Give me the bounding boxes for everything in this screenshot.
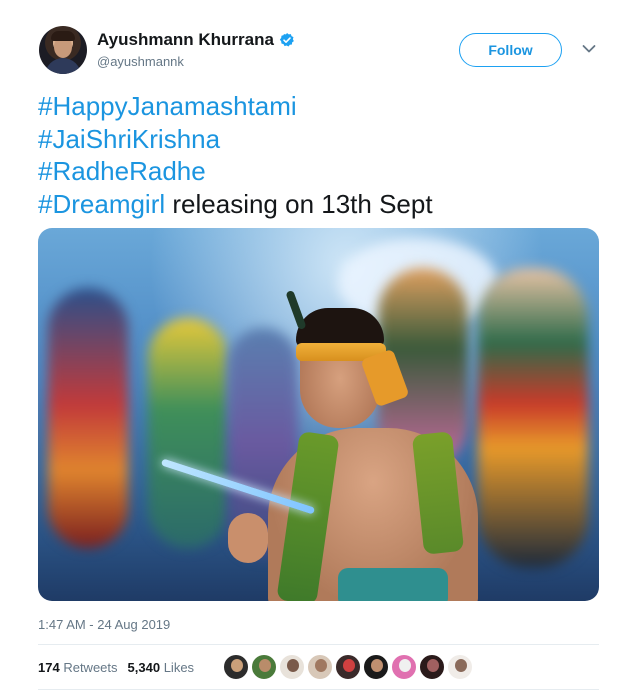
photo-subject-feather [285,289,307,331]
liker-avatar[interactable] [335,654,361,680]
photo-subject-hair [296,308,384,348]
author-handle[interactable]: @ayushmannk [97,54,184,69]
photo-dancer-left2 [148,318,228,548]
verified-badge-icon [279,33,294,47]
liker-avatar[interactable] [363,654,389,680]
liker-avatar-face [399,659,411,672]
hashtag-link[interactable]: #RadheRadhe [38,156,206,186]
tweet-text: #HappyJanamashtami #JaiShriKrishna #Radh… [38,90,433,220]
hashtag-link[interactable]: #JaiShriKrishna [38,124,220,154]
tweet-line: #HappyJanamashtami [38,90,433,123]
tweet-line: #JaiShriKrishna [38,123,433,156]
liker-avatar-face [259,659,271,672]
tweet-line: #Dreamgirl releasing on 13th Sept [38,188,433,221]
liker-avatar[interactable] [447,654,473,680]
retweets-stat[interactable]: 174 Retweets [38,660,118,675]
liker-avatar[interactable] [251,654,277,680]
liker-avatar[interactable] [223,654,249,680]
liker-avatar-face [427,659,439,672]
author-name[interactable]: Ayushmann Khurrana [97,30,274,50]
hashtag-link[interactable]: #Dreamgirl [38,189,165,219]
photo-subject-hand [228,513,268,563]
follow-button[interactable]: Follow [459,33,562,67]
tweet-line: #RadheRadhe [38,155,433,188]
liker-avatar-face [231,659,243,672]
liker-avatar-face [343,659,355,672]
photo-subject-dhoti [338,568,448,601]
liker-avatar-face [371,659,383,672]
divider-bottom [38,689,599,690]
liker-avatar[interactable] [419,654,445,680]
retweets-count: 174 [38,660,60,675]
avatar-shirt [45,58,81,74]
tweet-timestamp[interactable]: 1:47 AM - 24 Aug 2019 [38,617,170,632]
author-name-row[interactable]: Ayushmann Khurrana [97,30,295,50]
likes-count: 5,340 [127,660,161,675]
retweets-label: Retweets [63,660,118,675]
liker-avatars [223,654,475,680]
liker-avatar[interactable] [391,654,417,680]
hashtag-link[interactable]: #HappyJanamashtami [38,91,297,121]
photo-dancer-left [48,288,128,548]
likes-label: Likes [163,660,195,675]
chevron-down-icon[interactable] [582,44,596,54]
liker-avatar-face [315,659,327,672]
liker-avatar[interactable] [279,654,305,680]
avatar-hair [51,31,75,41]
liker-avatar-face [287,659,299,672]
likes-stat[interactable]: 5,340 Likes [128,660,195,675]
divider-top [38,644,599,645]
tweet-line-text: releasing on 13th Sept [165,188,433,219]
photo-dancer-right [478,268,588,568]
liker-avatar[interactable] [307,654,333,680]
tweet-photo[interactable] [38,228,599,601]
author-avatar[interactable] [39,26,87,74]
engagement-stats: 174 Retweets 5,340 Likes [38,660,204,675]
liker-avatar-face [455,659,467,672]
